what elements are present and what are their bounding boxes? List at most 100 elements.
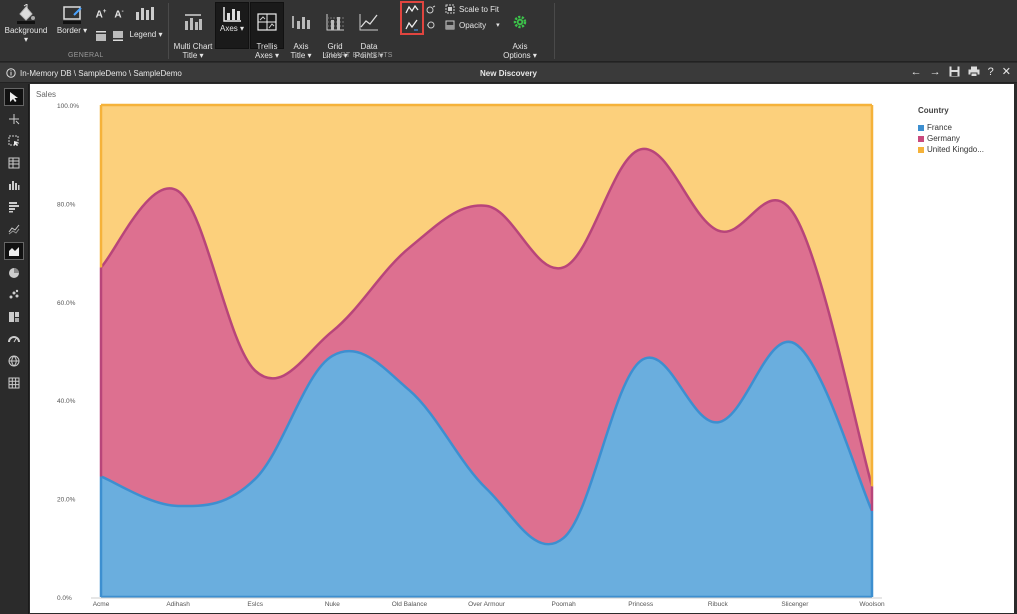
align-bottom-button[interactable]: [111, 30, 125, 44]
scale-fit-icon: [445, 4, 455, 14]
trellis-axes-button[interactable]: Trellis Axes ▾: [251, 4, 283, 60]
font-down-label: A: [114, 9, 122, 21]
gauge-tool[interactable]: [4, 330, 24, 348]
area-chart-tool[interactable]: [4, 242, 24, 260]
legend-label-germany: Germany: [927, 134, 960, 143]
paint-bucket-icon: [17, 4, 35, 24]
x-tick-label: Old Balance: [392, 601, 428, 608]
x-tick-label: Over Armour: [468, 601, 506, 608]
y-tick-label: 100.0%: [57, 103, 79, 110]
column-chart-tool[interactable]: [4, 176, 24, 194]
x-tick-label: Woolson: [859, 601, 885, 608]
cursor-icon: [10, 92, 18, 102]
y-tick-label: 40.0%: [57, 398, 76, 405]
legend-item-germany[interactable]: Germany: [918, 133, 984, 144]
bar-chart-icon: [9, 202, 19, 213]
crosshair-icon: [9, 114, 20, 125]
point-option-button[interactable]: [426, 5, 436, 17]
border-button[interactable]: Border ▾: [54, 4, 90, 35]
select-area-icon: [8, 135, 19, 146]
globe-icon: [8, 355, 20, 367]
chart-canvas: Sales 0.0% 20.0% 40.0% 60.0% 80.0% 100.0% Acme…: [30, 84, 1014, 613]
legend-label-united-kingdom: United Kingdo...: [927, 145, 984, 154]
font-decrease-button[interactable]: A-: [113, 8, 125, 21]
x-tick-label: Princess: [628, 601, 654, 608]
help-icon[interactable]: ?: [988, 66, 994, 81]
y-tick-label: 0.0%: [57, 595, 72, 602]
line-chart-tool[interactable]: [4, 220, 24, 238]
chart-legend: Country France Germany United Kingdo...: [918, 106, 984, 155]
trellis-grid-icon: [257, 13, 277, 31]
axes-icon: [223, 7, 241, 22]
close-icon[interactable]: ✕: [1002, 66, 1011, 81]
ribbon-separator: [554, 3, 555, 59]
opacity-label: Opacity: [459, 20, 487, 30]
pointer-tool[interactable]: [4, 88, 24, 106]
border-label: Border ▾: [56, 26, 88, 35]
line-chart-icon: [8, 224, 20, 235]
legend-label-france: France: [927, 123, 952, 132]
app-window: Background ▾ Border ▾ A+ A- Legend ▾ GEN…: [0, 0, 1017, 614]
axis-title-label: Axis Title ▾: [290, 42, 312, 60]
x-tick-label: Eslcs: [247, 601, 263, 608]
grid-tool[interactable]: [4, 374, 24, 392]
bar-chart-small-icon: [136, 7, 154, 20]
legend-item-france[interactable]: France: [918, 122, 984, 133]
trend-line-alt-button[interactable]: [404, 19, 420, 33]
scatter-chart-tool[interactable]: [4, 286, 24, 304]
trend-line-alt-icon: [405, 19, 418, 31]
axes-label: Axes ▾: [219, 24, 245, 33]
background-button[interactable]: Background ▾: [2, 4, 50, 44]
print-icon[interactable]: [968, 66, 980, 81]
area-chart: 0.0% 20.0% 40.0% 60.0% 80.0% 100.0% Acme Adihas…: [57, 103, 885, 608]
bar-chart-tool[interactable]: [4, 198, 24, 216]
grid-icon: [8, 377, 20, 389]
x-tick-label: Slicenger: [781, 601, 809, 608]
page-title: New Discovery: [480, 69, 537, 78]
back-arrow-icon[interactable]: ←: [911, 66, 922, 81]
legend-button[interactable]: Legend ▾: [129, 30, 163, 39]
axis-title-button[interactable]: Axis Title ▾: [286, 4, 316, 60]
legend-icon-button[interactable]: [134, 6, 156, 22]
align-top-button[interactable]: [94, 30, 108, 44]
trellis-axes-label: Trellis Axes ▾: [254, 42, 280, 60]
select-area-tool[interactable]: [4, 132, 24, 150]
scale-to-fit-button[interactable]: Scale to Fit: [445, 4, 499, 14]
ribbon-separator: [168, 3, 169, 59]
table-icon: [8, 157, 20, 169]
general-group-label: GENERAL: [68, 52, 104, 59]
x-tick-label: Acme: [93, 601, 110, 608]
forward-arrow-icon[interactable]: →: [930, 66, 941, 81]
scatter-icon: [9, 289, 19, 299]
left-toolbar: [0, 84, 29, 614]
point-option-alt-button[interactable]: [426, 20, 436, 32]
column-chart-icon: [9, 181, 20, 190]
align-icon: [96, 31, 106, 41]
font-increase-button[interactable]: A+: [95, 8, 107, 20]
map-tool[interactable]: [4, 352, 24, 370]
x-tick-label: Nuke: [325, 601, 341, 608]
gear-icon: [513, 15, 527, 29]
opacity-button[interactable]: Opacity ▾: [445, 20, 500, 30]
gauge-icon: [8, 336, 20, 343]
crosshair-tool[interactable]: [4, 110, 24, 128]
y-tick-label: 20.0%: [57, 497, 76, 504]
multi-chart-title-label: Multi Chart Title ▾: [173, 42, 213, 60]
trend-line-button[interactable]: [404, 4, 420, 18]
multi-chart-title-button[interactable]: Multi Chart Title ▾: [172, 4, 214, 60]
axis-options-button[interactable]: Axis Options ▾: [503, 4, 537, 60]
circle-point-icon: [427, 21, 435, 29]
chart-elements-group-label: CHART ELEMENTS: [325, 52, 393, 59]
table-tool[interactable]: [4, 154, 24, 172]
ribbon-toolbar: Background ▾ Border ▾ A+ A- Legend ▾ GEN…: [0, 0, 1017, 62]
circle-point-icon: [426, 5, 436, 14]
legend-title: Country: [918, 106, 949, 115]
multi-chart-icon: [185, 14, 202, 30]
pie-chart-tool[interactable]: [4, 264, 24, 282]
axes-button[interactable]: Axes ▾: [216, 6, 248, 33]
save-icon[interactable]: [949, 66, 960, 81]
treemap-tool[interactable]: [4, 308, 24, 326]
x-tick-label: Ribuck: [708, 601, 729, 608]
border-brush-icon: [63, 6, 82, 24]
legend-item-united-kingdom[interactable]: United Kingdo...: [918, 144, 984, 155]
